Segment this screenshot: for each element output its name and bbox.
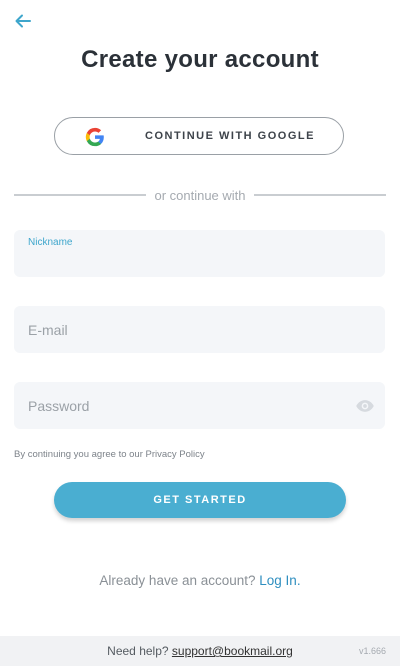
back-button[interactable] bbox=[10, 8, 36, 34]
nickname-input[interactable] bbox=[28, 230, 348, 277]
email-field[interactable] bbox=[14, 306, 385, 353]
login-link[interactable]: Log In. bbox=[259, 573, 300, 588]
google-button-label: CONTINUE WITH GOOGLE bbox=[145, 130, 315, 142]
divider-text: or continue with bbox=[154, 187, 246, 203]
footer-bar: Need help? support@bookmail.org v1.666 bbox=[0, 636, 400, 666]
login-prompt: Already have an account? Log In. bbox=[0, 573, 400, 588]
password-input[interactable] bbox=[28, 382, 348, 429]
continue-with-google-button[interactable]: CONTINUE WITH GOOGLE bbox=[54, 117, 344, 155]
page-title: Create your account bbox=[81, 46, 319, 73]
password-field[interactable] bbox=[14, 382, 385, 429]
privacy-policy-notice: By continuing you agree to our Privacy P… bbox=[14, 449, 205, 460]
arrow-left-icon bbox=[15, 14, 31, 28]
divider-line-right bbox=[253, 194, 386, 196]
eye-icon[interactable] bbox=[355, 396, 375, 416]
email-input[interactable] bbox=[28, 306, 348, 353]
help-line: Need help? support@bookmail.org bbox=[0, 636, 400, 666]
or-divider: or continue with bbox=[14, 187, 386, 203]
google-logo-icon bbox=[85, 127, 104, 147]
divider-line-left bbox=[14, 194, 147, 196]
help-text: Need help? bbox=[107, 644, 169, 658]
app-version: v1.666 bbox=[358, 646, 386, 656]
support-email-link[interactable]: support@bookmail.org bbox=[172, 644, 293, 658]
login-prompt-text: Already have an account? bbox=[99, 573, 256, 588]
nickname-field[interactable]: Nickname bbox=[14, 230, 385, 277]
get-started-button[interactable]: GET STARTED bbox=[54, 482, 346, 518]
signup-screen: Create your account CONTINUE WITH GOOGLE… bbox=[0, 0, 400, 666]
